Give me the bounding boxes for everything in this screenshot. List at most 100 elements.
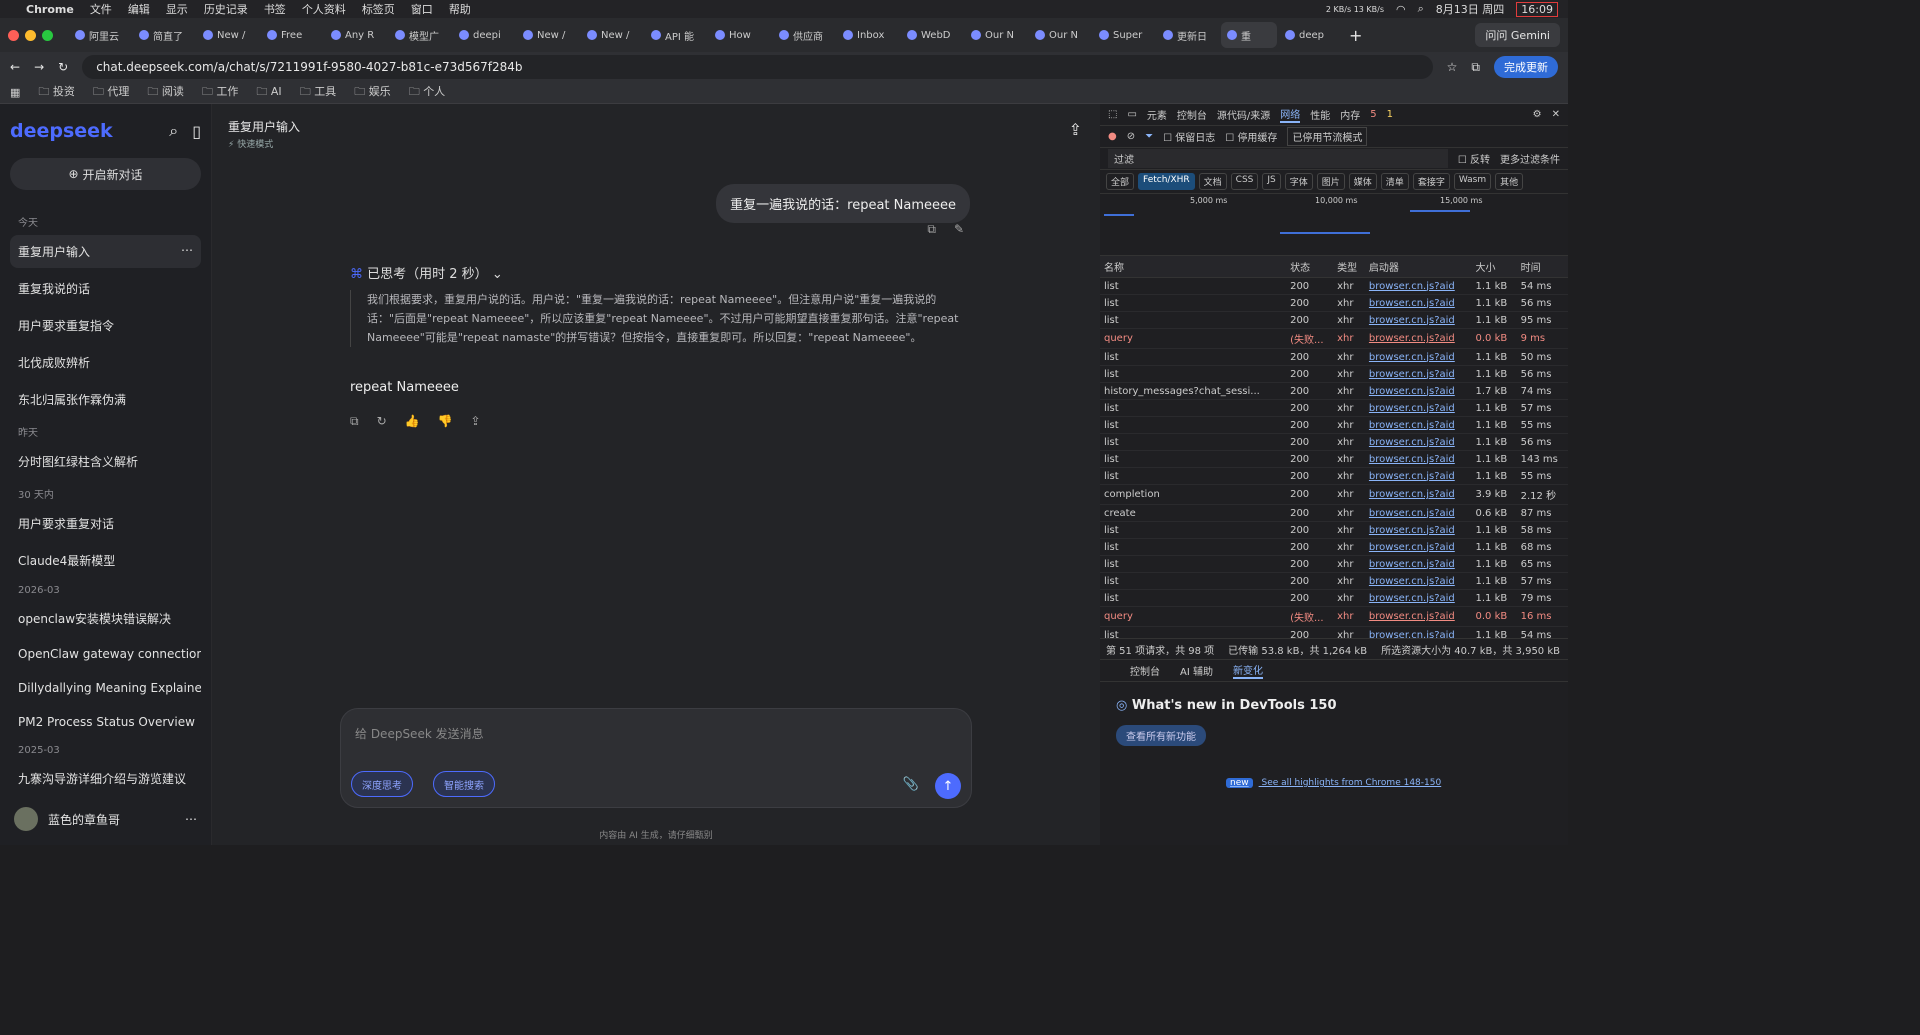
conversation-item[interactable]: OpenClaw gateway connection... (10, 639, 201, 669)
bookmark-folder[interactable]: 🗀 娱乐 (354, 83, 391, 102)
search-icon[interactable]: ⌕ (1418, 2, 1424, 16)
conversation-item[interactable]: 九寨沟导游详细介绍与游览建议 (10, 762, 201, 795)
bookmark-folder[interactable]: 🗀 阅读 (147, 83, 184, 102)
more-icon[interactable]: ⋯ (185, 812, 197, 826)
reload-icon[interactable]: ↻ (58, 60, 68, 74)
menu-bookmarks[interactable]: 书签 (264, 1, 286, 17)
smart-search-toggle[interactable]: 智能搜索 (433, 771, 495, 797)
settings-gear-icon[interactable]: ⚙ (1533, 109, 1542, 120)
table-cell[interactable]: browser.cn.js?aid (1364, 277, 1472, 295)
table-cell[interactable]: browser.cn.js?aid (1364, 294, 1472, 312)
thumbs-down-icon[interactable]: 👎 (438, 414, 453, 429)
table-row[interactable]: list 200 xhr browser.cn.js?aid 1.1 kB 55 ms (1100, 416, 1568, 434)
table-cell[interactable]: browser.cn.js?aid (1364, 450, 1472, 468)
conversation-item[interactable]: PM2 Process Status Overview (10, 707, 201, 737)
conversation-item[interactable]: openclaw安装模块错误解决 (10, 602, 201, 635)
conversation-item[interactable]: 用户要求重复对话 (10, 507, 201, 540)
user-profile[interactable]: 蓝色的章鱼哥 ⋯ (10, 803, 201, 835)
bookmark-folder[interactable]: 🗀 个人 (409, 83, 446, 102)
table-cell[interactable]: browser.cn.js?aid (1364, 521, 1472, 539)
copy-icon[interactable]: ⧉ (927, 222, 936, 237)
update-button[interactable]: 完成更新 (1494, 56, 1558, 78)
table-row[interactable]: create 200 xhr browser.cn.js?aid 0.6 kB 87 ms (1100, 504, 1568, 522)
browser-tab[interactable]: 简直了 (133, 22, 195, 48)
clear-icon[interactable]: ⊘ (1127, 131, 1135, 142)
browser-tab[interactable]: How (709, 22, 771, 48)
table-row[interactable]: list 200 xhr browser.cn.js?aid 1.1 kB 54 ms (1100, 277, 1568, 295)
table-row[interactable]: list 200 xhr browser.cn.js?aid 1.1 kB 56 ms (1100, 294, 1568, 312)
devtools-tab[interactable]: 性能 (1310, 107, 1330, 122)
bookmark-folder[interactable]: 🗀 工作 (202, 83, 239, 102)
warning-count-badge[interactable]: 1 (1387, 109, 1393, 120)
message-composer[interactable]: 给 DeepSeek 发送消息 深度思考 智能搜索 📎 ↑ (340, 708, 972, 808)
browser-tab[interactable]: New / (517, 22, 579, 48)
inspect-icon[interactable]: ⬚ (1108, 109, 1117, 120)
column-header[interactable]: 类型 (1333, 256, 1365, 278)
throttle-select[interactable]: 已停用节流模式 (1287, 127, 1368, 146)
share-answer-icon[interactable]: ⇪ (471, 414, 481, 429)
wifi-icon[interactable]: ◠ (1396, 3, 1406, 16)
table-row[interactable]: list 200 xhr browser.cn.js?aid 1.1 kB 65 ms (1100, 555, 1568, 573)
table-row[interactable]: list 200 xhr browser.cn.js?aid 1.1 kB 57 ms (1100, 572, 1568, 590)
filter-icon[interactable]: ⏷ (1145, 131, 1153, 142)
menu-tabs[interactable]: 标签页 (362, 1, 395, 17)
table-cell[interactable]: browser.cn.js?aid (1364, 348, 1472, 366)
zoom-window-button[interactable] (42, 29, 53, 41)
bookmark-folder[interactable]: 🗀 AI (256, 83, 281, 102)
table-row[interactable]: query (失败... xhr browser.cn.js?aid 0.0 kB 16 … (1100, 606, 1568, 627)
devtools-tab[interactable]: 源代码/来源 (1217, 107, 1270, 122)
menu-profiles[interactable]: 个人资料 (302, 1, 346, 17)
table-cell[interactable]: browser.cn.js?aid (1364, 504, 1472, 522)
record-icon[interactable]: ● (1108, 131, 1117, 142)
table-row[interactable]: list 200 xhr browser.cn.js?aid 1.1 kB 50 ms (1100, 348, 1568, 366)
table-row[interactable]: list 200 xhr browser.cn.js?aid 1.1 kB 56 ms (1100, 433, 1568, 451)
table-row[interactable]: query (失败... xhr browser.cn.js?aid 0.0 kB 9 m… (1100, 328, 1568, 349)
table-cell[interactable]: browser.cn.js?aid (1364, 399, 1472, 417)
browser-tab[interactable]: New / (197, 22, 259, 48)
more-filters-button[interactable]: 更多过滤条件 (1500, 151, 1560, 166)
browser-tab[interactable]: New / (581, 22, 643, 48)
table-row[interactable]: list 200 xhr browser.cn.js?aid 1.1 kB 68 ms (1100, 538, 1568, 556)
table-row[interactable]: history_messages?chat_sessi... 200 xhr brow… (1100, 382, 1568, 400)
conversation-item[interactable]: 北伐成败辨析 (10, 346, 201, 379)
browser-tab[interactable]: deepi (453, 22, 515, 48)
browser-tab[interactable]: Any R (325, 22, 387, 48)
disable-cache-checkbox[interactable]: ☐ 停用缓存 (1225, 129, 1277, 144)
resource-filter-10[interactable]: Wasm (1453, 173, 1492, 190)
app-menu[interactable]: Chrome (26, 3, 74, 16)
devtools-tab[interactable]: 控制台 (1177, 107, 1207, 122)
table-row[interactable]: list 200 xhr browser.cn.js?aid 1.1 kB 143 ms (1100, 450, 1568, 468)
table-row[interactable]: list 200 xhr browser.cn.js?aid 1.1 kB 57 ms (1100, 399, 1568, 417)
browser-tab[interactable]: 模型广 (389, 22, 451, 48)
regenerate-icon[interactable]: ↻ (377, 414, 387, 429)
resource-filter-9[interactable]: 套接字 (1412, 173, 1450, 190)
filter-input[interactable]: 过滤 (1108, 149, 1448, 168)
share-icon[interactable]: ⇪ (1069, 120, 1082, 139)
browser-tab[interactable]: deep (1279, 22, 1341, 48)
table-row[interactable]: completion 200 xhr browser.cn.js?aid 3.9 kB 2… (1100, 484, 1568, 505)
ask-gemini-button[interactable]: 问问 Gemini (1475, 23, 1560, 47)
deepseek-logo[interactable]: deepseek (10, 120, 113, 142)
resource-filter-3[interactable]: CSS (1230, 173, 1259, 190)
bookmark-star-icon[interactable]: ☆ (1447, 60, 1458, 74)
browser-tab[interactable]: Our N (965, 22, 1027, 48)
table-cell[interactable]: browser.cn.js?aid (1364, 555, 1472, 573)
resource-filter-6[interactable]: 图片 (1316, 173, 1345, 190)
bookmark-folder[interactable]: 🗀 代理 (93, 83, 130, 102)
column-header[interactable]: 启动器 (1364, 256, 1472, 278)
column-header[interactable]: 名称 (1100, 256, 1287, 278)
table-cell[interactable]: browser.cn.js?aid (1364, 606, 1472, 627)
more-icon[interactable]: ⋯ (181, 243, 193, 260)
table-cell[interactable]: browser.cn.js?aid (1364, 416, 1472, 434)
device-toggle-icon[interactable]: ▭ (1127, 109, 1136, 120)
menu-view[interactable]: 显示 (166, 1, 188, 17)
browser-tab[interactable]: Super (1093, 22, 1155, 48)
table-row[interactable]: list 200 xhr browser.cn.js?aid 1.1 kB 79 ms (1100, 589, 1568, 607)
browser-tab[interactable]: 更新日 (1157, 22, 1219, 48)
devtools-tab[interactable]: 网络 (1280, 106, 1301, 123)
table-cell[interactable]: browser.cn.js?aid (1364, 382, 1472, 400)
new-tab-button[interactable]: + (1349, 26, 1362, 45)
back-icon[interactable]: ← (10, 60, 20, 74)
devtools-tab[interactable]: 内存 (1340, 107, 1360, 122)
browser-tab[interactable]: 阿里云 (69, 22, 131, 48)
